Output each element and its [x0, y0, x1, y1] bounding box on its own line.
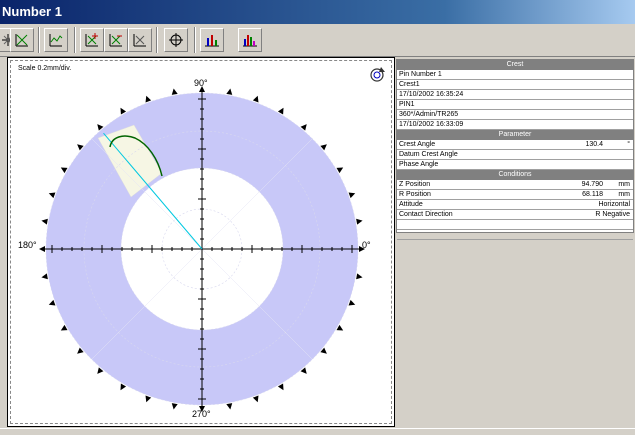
- histogram-icon: [243, 35, 257, 47]
- crosshair-button[interactable]: [164, 28, 188, 52]
- condition-row-contact-direction: Contact Direction R Negative: [397, 210, 633, 220]
- tick-arrow: [120, 107, 127, 115]
- tick-arrow: [226, 88, 233, 95]
- crest-line-2: Crest1: [397, 80, 633, 90]
- tick-arrow: [348, 299, 356, 306]
- histogram-button[interactable]: [238, 28, 262, 52]
- condition-row-attitude: Attitude Horizontal: [397, 200, 633, 210]
- contact-direction-value: R Negative: [595, 211, 630, 218]
- parameter-row-datum-crest-angle: Datum Crest Angle: [397, 150, 633, 160]
- parameter-header: Parameter: [397, 130, 633, 140]
- crosshair-icon: [169, 33, 183, 47]
- tick-arrow: [41, 273, 48, 280]
- profile-graph-icon: [49, 34, 63, 47]
- tick-arrow: [348, 192, 356, 199]
- tick-arrow: [60, 167, 68, 174]
- toolbar-separator: [156, 27, 158, 53]
- tick-arrow: [171, 88, 178, 95]
- clear-markers-button[interactable]: [128, 28, 152, 52]
- toolbar-separator: [74, 27, 76, 53]
- toolbar: [0, 24, 635, 57]
- tick-arrow: [171, 403, 178, 410]
- polar-graph[interactable]: [8, 58, 394, 426]
- crest-angle-label: Crest Angle: [399, 141, 436, 148]
- phase-angle-label: Phase Angle: [399, 161, 439, 168]
- crest-line-4: PIN1: [397, 100, 633, 110]
- tick-arrow: [145, 395, 152, 403]
- tick-arrow: [356, 273, 363, 280]
- title-bar: Number 1: [0, 0, 635, 24]
- polar-plot-panel: Scale 0.2mm/div. 90° 0° 180° 270°: [7, 57, 395, 427]
- condition-row-r-position: R Position 68.118 mm: [397, 190, 633, 200]
- refresh-icon[interactable]: [370, 67, 385, 82]
- profile-graph-button[interactable]: [44, 28, 68, 52]
- empty-row: [397, 220, 633, 230]
- remove-marker-icon: [109, 34, 122, 47]
- tick-arrow: [48, 192, 56, 199]
- r-position-value: 68.118: [582, 191, 603, 198]
- tick-arrow: [145, 95, 152, 103]
- r-position-unit: mm: [618, 191, 630, 198]
- tick-arrow: [199, 406, 205, 412]
- toolbar-separator: [194, 27, 196, 53]
- results-panel: Crest Pin Number 1 Crest1 17/10/2002 16:…: [396, 59, 634, 240]
- crest-angle-value: 130.4: [585, 141, 603, 148]
- empty-row: [397, 230, 633, 240]
- attitude-value: Horizontal: [598, 201, 630, 208]
- tick-arrow: [48, 299, 56, 306]
- bar-chart-button[interactable]: [200, 28, 224, 52]
- scale-axes-button[interactable]: [10, 28, 34, 52]
- attitude-label: Attitude: [399, 201, 423, 208]
- parameter-row-crest-angle: Crest Angle 130.4 °: [397, 140, 633, 150]
- z-position-label: Z Position: [399, 181, 431, 188]
- tick-arrow: [226, 403, 233, 410]
- clear-markers-icon: [133, 34, 146, 47]
- window-title: Number 1: [2, 4, 62, 19]
- crest-line-1: Pin Number 1: [397, 70, 633, 80]
- crest-line-3: 17/10/2002 16:35:24: [397, 90, 633, 100]
- tick-arrow: [199, 86, 205, 92]
- axes-cross-icon: [15, 34, 28, 47]
- add-marker-button[interactable]: [80, 28, 104, 52]
- tick-arrow: [252, 395, 259, 403]
- z-position-unit: mm: [618, 181, 630, 188]
- datum-crest-angle-label: Datum Crest Angle: [399, 151, 458, 158]
- r-position-label: R Position: [399, 191, 431, 198]
- tick-arrow: [356, 218, 363, 225]
- crest-header: Crest: [397, 60, 633, 70]
- toolbar-separator: [38, 27, 40, 53]
- parameter-row-phase-angle: Phase Angle: [397, 160, 633, 170]
- contact-direction-label: Contact Direction: [399, 211, 453, 218]
- crest-line-5: 360*/Admin/TR265: [397, 110, 633, 120]
- add-marker-icon: [85, 33, 98, 47]
- condition-row-z-position: Z Position 94.790 mm: [397, 180, 633, 190]
- z-position-value: 94.790: [581, 181, 603, 188]
- crest-angle-unit: °: [627, 141, 630, 148]
- conditions-header: Conditions: [397, 170, 633, 180]
- tick-arrow: [336, 167, 344, 174]
- tick-arrow: [41, 218, 48, 225]
- crest-line-6: 17/10/2002 16:33:09: [397, 120, 633, 130]
- tick-arrow: [252, 95, 259, 103]
- tick-arrow: [277, 107, 284, 115]
- bar-chart-icon: [205, 35, 219, 47]
- remove-marker-button[interactable]: [104, 28, 128, 52]
